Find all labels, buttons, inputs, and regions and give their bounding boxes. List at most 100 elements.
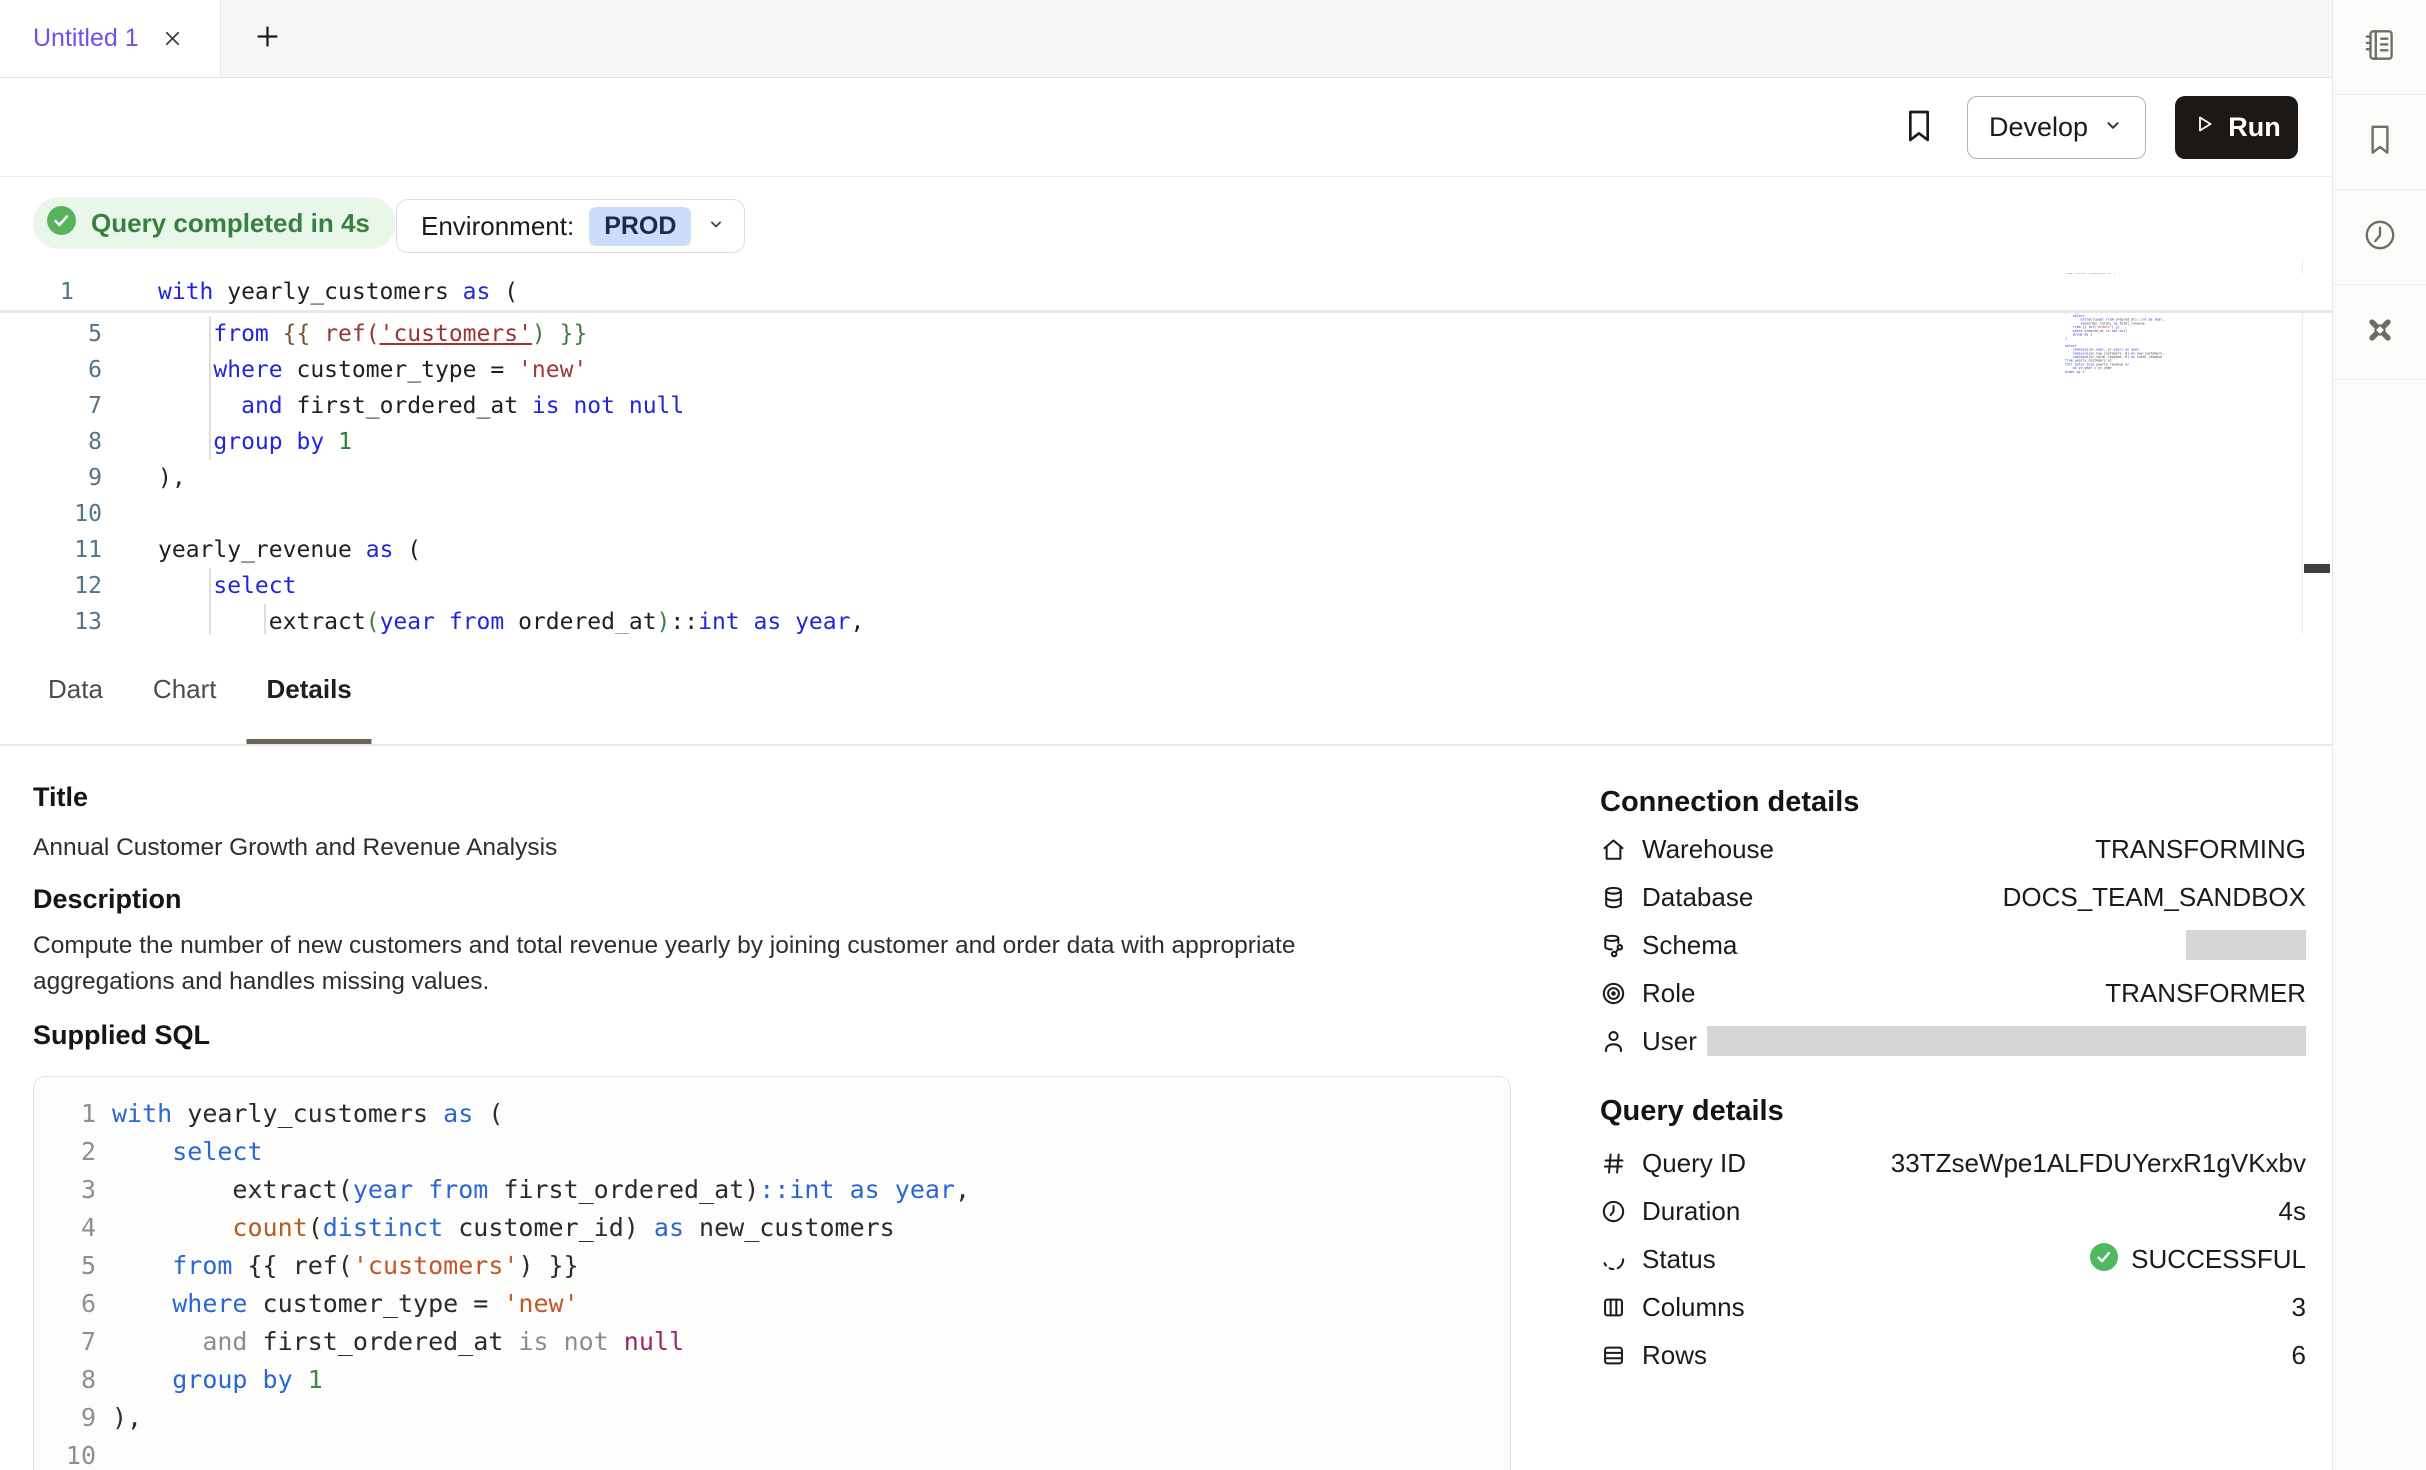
detail-value: 6	[2292, 1340, 2306, 1371]
tab-untitled-1[interactable]: Untitled 1	[0, 0, 221, 77]
supplied-sql-line-1: 1with yearly_customers as (	[34, 1094, 1510, 1132]
detail-row-schema: Schema	[1600, 920, 2306, 970]
develop-dropdown[interactable]: Develop	[1967, 96, 2146, 159]
editor-scrollbar-thumb[interactable]	[2304, 564, 2330, 573]
redacted-value	[2186, 930, 2306, 960]
play-icon	[2192, 112, 2216, 143]
line-number: 10	[0, 496, 102, 532]
editor-line-13[interactable]: 13 extract(year from ordered_at)::int as…	[0, 604, 2332, 634]
code-text: extract(year from ordered_at)::int as ye…	[158, 604, 864, 634]
rail-button-notebook[interactable]	[2333, 0, 2426, 95]
detail-row-rows: Rows6	[1600, 1330, 2306, 1380]
editor-scrollbar[interactable]	[2302, 258, 2332, 634]
tab-chart[interactable]: Chart	[153, 634, 217, 744]
code-text: yearly_revenue as (	[158, 532, 421, 568]
code-text: from {{ ref('customers') }}	[112, 1251, 579, 1280]
close-icon[interactable]	[161, 27, 184, 50]
editor-line-10[interactable]: 10	[0, 496, 2332, 532]
line-number: 1	[0, 274, 102, 310]
editor-line-12[interactable]: 12 select	[0, 568, 2332, 604]
line-number: 13	[0, 604, 102, 634]
run-button[interactable]: Run	[2175, 96, 2298, 159]
line-number: 4	[34, 1213, 96, 1242]
line-number: 2	[34, 1137, 96, 1166]
rail-button-bookmark[interactable]	[2333, 95, 2426, 190]
plus-icon	[254, 23, 281, 55]
line-number: 8	[0, 424, 102, 460]
bookmark-button[interactable]	[1898, 106, 1940, 150]
line-number: 9	[34, 1403, 96, 1432]
detail-label: Duration	[1642, 1196, 1740, 1227]
supplied-sql-line-4: 4 count(distinct customer_id) as new_cus…	[34, 1208, 1510, 1246]
line-number: 5	[34, 1251, 96, 1280]
supplied-sql-line-9: 9),	[34, 1398, 1510, 1436]
line-number: 3	[34, 1175, 96, 1204]
chevron-down-icon	[706, 214, 726, 239]
line-number: 12	[0, 568, 102, 604]
editor-line-8[interactable]: 8 group by 1	[0, 424, 2332, 460]
environment-dropdown[interactable]: Environment: PROD	[396, 199, 745, 253]
tab-label: Data	[48, 674, 103, 705]
query-status-pill: Query completed in 4s	[33, 197, 396, 249]
line-number: 10	[34, 1441, 96, 1470]
code-text: where customer_type = 'new'	[158, 352, 587, 388]
line-number: 11	[0, 532, 102, 568]
query-details-heading: Query details	[1600, 1095, 1784, 1128]
editor-line-5[interactable]: 5 from {{ ref('customers') }}	[0, 316, 2332, 352]
supplied-sql-line-6: 6 where customer_type = 'new'	[34, 1284, 1510, 1322]
rows-icon	[1600, 1342, 1634, 1369]
connection-details-heading: Connection details	[1600, 786, 1859, 819]
title-value: Annual Customer Growth and Revenue Analy…	[33, 830, 557, 866]
title-heading: Title	[33, 782, 88, 813]
detail-value: 3	[2292, 1292, 2306, 1323]
supplied-sql-line-3: 3 extract(year from first_ordered_at)::i…	[34, 1170, 1510, 1208]
editor-line-7[interactable]: 7 and first_ordered_at is not null	[0, 388, 2332, 424]
sql-editor[interactable]: 5 from {{ ref('customers') }}6 where cus…	[0, 258, 2332, 634]
code-text: with yearly_customers as (	[112, 1099, 503, 1128]
detail-row-duration: Duration4s	[1600, 1186, 2306, 1236]
detail-label: Schema	[1642, 930, 1737, 961]
run-label: Run	[2228, 112, 2280, 143]
code-text: group by 1	[158, 424, 352, 460]
supplied-sql-code-block: 1with yearly_customers as (2 select3 ext…	[33, 1076, 1511, 1470]
code-text: select	[158, 568, 296, 604]
detail-row-status: StatusSUCCESSFUL	[1600, 1234, 2306, 1284]
main-area: Untitled 1 Develop Run	[0, 0, 2332, 1470]
line-number: 6	[0, 352, 102, 388]
new-tab-button[interactable]	[240, 0, 294, 77]
tab-label: Details	[267, 674, 352, 705]
right-rail	[2332, 0, 2426, 1470]
spinner-icon	[1600, 1246, 1634, 1273]
warehouse-icon	[1600, 836, 1634, 863]
code-text: and first_ordered_at is not null	[158, 388, 684, 424]
editor-sticky-line[interactable]: 1 with yearly_customers as (	[0, 274, 2332, 310]
editor-line-11[interactable]: 11 yearly_revenue as (	[0, 532, 2332, 568]
line-number: 5	[0, 316, 102, 352]
line-number: 6	[34, 1289, 96, 1318]
code-text: ),	[158, 460, 186, 496]
tab-title: Untitled 1	[33, 24, 139, 53]
code-text: and first_ordered_at is not null	[112, 1327, 684, 1356]
code-text: with yearly_customers as (	[158, 274, 518, 310]
success-check-icon	[46, 205, 77, 241]
active-tab-indicator	[247, 739, 372, 744]
code-text: group by 1	[112, 1365, 323, 1394]
rail-button-dbt[interactable]	[2333, 285, 2426, 380]
tab-details[interactable]: Details	[267, 634, 352, 744]
history-icon	[2361, 216, 2399, 259]
detail-value: SUCCESSFUL	[2131, 1244, 2306, 1275]
rail-button-history[interactable]	[2333, 190, 2426, 285]
detail-row-database: DatabaseDOCS_TEAM_SANDBOX	[1600, 872, 2306, 922]
chevron-down-icon	[2102, 112, 2124, 143]
bookmark-icon	[1903, 107, 1935, 150]
detail-value: DOCS_TEAM_SANDBOX	[2003, 882, 2306, 913]
supplied-sql-line-5: 5 from {{ ref('customers') }}	[34, 1246, 1510, 1284]
database-icon	[1600, 884, 1634, 911]
line-number: 7	[0, 388, 102, 424]
editor-line-9[interactable]: 9),	[0, 460, 2332, 496]
editor-line-6[interactable]: 6 where customer_type = 'new'	[0, 352, 2332, 388]
detail-label: Warehouse	[1642, 834, 1774, 865]
tab-data[interactable]: Data	[48, 634, 103, 744]
dbt-icon	[2361, 311, 2399, 354]
description-heading: Description	[33, 884, 182, 915]
